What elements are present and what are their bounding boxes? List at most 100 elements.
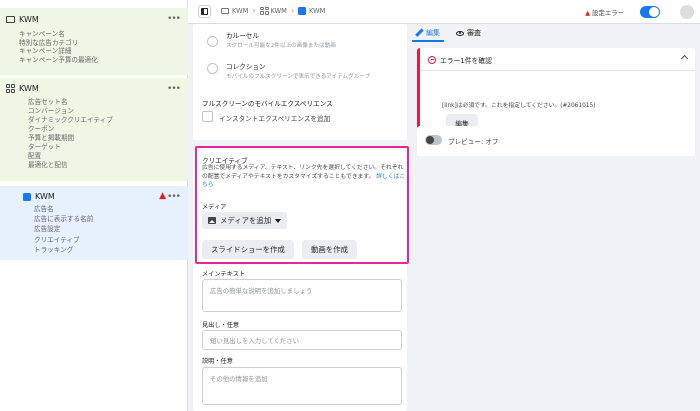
- campaign-header[interactable]: KWM: [6, 15, 39, 24]
- avatar[interactable]: [680, 5, 694, 19]
- sidebar-item-adset-name[interactable]: 広告セット名: [28, 98, 113, 107]
- sidebar-item-budget-optimization[interactable]: キャンペーン予算の最適化: [19, 56, 98, 65]
- collection-title: コレクション: [226, 63, 266, 71]
- caret-down-icon: [275, 218, 282, 223]
- breadcrumb-adset-label: KWM: [270, 6, 287, 15]
- ad-name: KWM: [35, 192, 55, 201]
- format-card: カルーセル スクロール可能な2件以上の画像または動画 コレクション モバイルのフ…: [193, 24, 407, 140]
- campaign-items: キャンペーン名 特別な広告カテゴリ キャンペーン詳細 キャンペーン予算の最適化: [19, 30, 98, 64]
- media-label: メディア: [202, 204, 227, 211]
- creative-description-text: 広告に使用するメディア、テキスト、リンク先を選択してください。それぞれの配置でメ…: [202, 165, 404, 180]
- carousel-subtitle: スクロール可能な2件以上の画像または動画: [226, 43, 336, 49]
- sidebar-item-dynamic-creative[interactable]: ダイナミッククリエイティブ: [28, 116, 113, 125]
- top-bar: KWM › KWM › KWM ▲ 設定エラー: [188, 0, 700, 24]
- error-message: [link]は必須です。これを指定してください。(#2061015): [442, 103, 596, 109]
- sidebar-item-ad-name[interactable]: 広告名: [34, 204, 93, 214]
- preview-toggle[interactable]: [425, 135, 442, 145]
- adset-grid-icon: [259, 6, 269, 15]
- folder-icon: [221, 7, 229, 14]
- adset-items: 広告セット名 コンバージョン ダイナミッククリエイティブ クーポン 予算と掲載期…: [28, 98, 113, 170]
- ad-editor-form: カルーセル スクロール可能な2件以上の画像または動画 コレクション モバイルのフ…: [189, 24, 412, 411]
- error-divider: [420, 70, 695, 71]
- error-header-label: エラー1件を確認: [440, 57, 492, 65]
- breadcrumb-adset[interactable]: KWM: [259, 6, 287, 15]
- creative-description: 広告に使用するメディア、テキスト、リンク先を選択してください。それぞれの配置でメ…: [202, 164, 408, 190]
- error-icon: [428, 56, 436, 64]
- settings-toggle[interactable]: [640, 6, 660, 18]
- editor-sidebar: KWM ••• キャンペーン名 特別な広告カテゴリ キャンペーン詳細 キャンペー…: [0, 0, 188, 411]
- error-card: エラー1件を確認 [link]は必須です。これを指定してください。(#20610…: [417, 48, 695, 136]
- tab-edit[interactable]: 編集: [412, 28, 444, 42]
- ad-icon: [298, 6, 307, 15]
- pencil-icon: [415, 29, 423, 37]
- primary-text-field[interactable]: 広告の簡単な説明を追加しましょう: [202, 279, 402, 312]
- warning-icon: ▲: [159, 191, 166, 201]
- sidebar-item-conversion[interactable]: コンバージョン: [28, 107, 113, 116]
- more-options-icon[interactable]: •••: [167, 84, 181, 94]
- folder-icon: [6, 16, 15, 23]
- sidebar-toggle-button[interactable]: [198, 5, 211, 18]
- chevron-right-icon: ›: [290, 6, 295, 15]
- panel-icon: [201, 8, 208, 15]
- carousel-radio[interactable]: [207, 36, 218, 47]
- adset-header[interactable]: KWM: [6, 84, 39, 93]
- ad-header[interactable]: KWM: [23, 192, 55, 201]
- instant-experience-label: インスタントエクスペリエンスを追加: [219, 115, 331, 123]
- create-slideshow-button[interactable]: スライドショーを作成: [202, 240, 294, 259]
- more-options-icon[interactable]: •••: [167, 14, 181, 24]
- description-field[interactable]: その他の情報を追加: [202, 367, 402, 405]
- tab-review[interactable]: 審査: [456, 28, 481, 38]
- description-label: 説明・任意: [202, 358, 233, 365]
- settings-error-indicator[interactable]: ▲ 設定エラー: [585, 8, 624, 17]
- headline-label: 見出し・任意: [202, 322, 240, 329]
- sidebar-item-ad-settings[interactable]: 広告設定: [34, 224, 93, 234]
- collection-subtitle: モバイルのフルスクリーンで表示できるアイテムグループ: [226, 74, 371, 80]
- more-options-icon[interactable]: •••: [167, 192, 181, 202]
- sidebar-item-special-category[interactable]: 特別な広告カテゴリ: [19, 39, 98, 48]
- ad-icon: [23, 192, 31, 201]
- sidebar-adset-group[interactable]: KWM ••• 広告セット名 コンバージョン ダイナミッククリエイティブ クーポ…: [0, 78, 188, 181]
- breadcrumb-campaign-label: KWM: [232, 6, 249, 15]
- add-media-label: メディアを追加: [220, 216, 272, 225]
- right-panel: 編集 審査 エラー1件を確認 [link]は必須です。これを指定してください。(…: [412, 24, 700, 411]
- warning-icon: ▲: [585, 9, 590, 17]
- adset-grid-icon: [6, 84, 15, 93]
- carousel-title: カルーセル: [226, 32, 259, 40]
- sidebar-item-budget-schedule[interactable]: 予算と掲載期間: [28, 134, 113, 143]
- sidebar-campaign-group[interactable]: KWM ••• キャンペーン名 特別な広告カテゴリ キャンペーン詳細 キャンペー…: [0, 8, 188, 75]
- panel-tabs: 編集 審査: [412, 24, 700, 44]
- breadcrumb: KWM › KWM › KWM: [221, 6, 325, 15]
- preview-label: プレビュー: オフ: [448, 138, 499, 146]
- creative-card: クリエイティブ 広告に使用するメディア、テキスト、リンク先を選択してください。そ…: [193, 148, 407, 411]
- sidebar-item-target[interactable]: ターゲット: [28, 143, 113, 152]
- error-header[interactable]: エラー1件を確認: [428, 55, 492, 65]
- adset-name: KWM: [19, 84, 39, 93]
- create-video-button[interactable]: 動画を作成: [302, 240, 357, 259]
- sidebar-item-placement[interactable]: 配置: [28, 152, 113, 161]
- instant-experience-checkbox[interactable]: [202, 111, 213, 122]
- settings-error-label: 設定エラー: [592, 9, 624, 17]
- tab-review-label: 審査: [467, 29, 481, 37]
- chevron-up-icon[interactable]: [680, 54, 689, 63]
- chevron-right-icon: ›: [252, 6, 256, 15]
- sidebar-item-campaign-name[interactable]: キャンペーン名: [19, 30, 98, 39]
- sidebar-item-campaign-details[interactable]: キャンペーン詳細: [19, 47, 98, 56]
- sidebar-item-display-name[interactable]: 広告に表示する名前: [34, 214, 93, 224]
- add-media-dropdown[interactable]: メディアを追加: [202, 212, 288, 229]
- sidebar-item-creative[interactable]: クリエイティブ: [34, 235, 93, 245]
- sidebar-ad-group[interactable]: KWM ▲ ••• 広告名 広告に表示する名前 広告設定 クリエイティブ トラッ…: [0, 186, 188, 260]
- primary-text-label: メインテキスト: [202, 271, 246, 278]
- preview-card: プレビュー: オフ: [417, 126, 695, 156]
- sidebar-item-optimization-delivery[interactable]: 最適化と配信: [28, 161, 113, 170]
- breadcrumb-ad[interactable]: KWM: [298, 6, 326, 15]
- image-icon: [208, 217, 216, 224]
- breadcrumb-ad-label: KWM: [309, 6, 326, 15]
- breadcrumb-campaign[interactable]: KWM: [221, 7, 248, 15]
- sidebar-item-coupon[interactable]: クーポン: [28, 125, 113, 134]
- tab-edit-label: 編集: [426, 29, 440, 37]
- collection-radio[interactable]: [207, 63, 218, 74]
- eye-icon: [456, 30, 464, 36]
- headline-field[interactable]: 短い見出しを入力してください: [202, 330, 402, 350]
- fullscreen-section-title: フルスクリーンのモバイルエクスペリエンス: [202, 100, 333, 108]
- sidebar-item-tracking[interactable]: トラッキング: [34, 245, 93, 255]
